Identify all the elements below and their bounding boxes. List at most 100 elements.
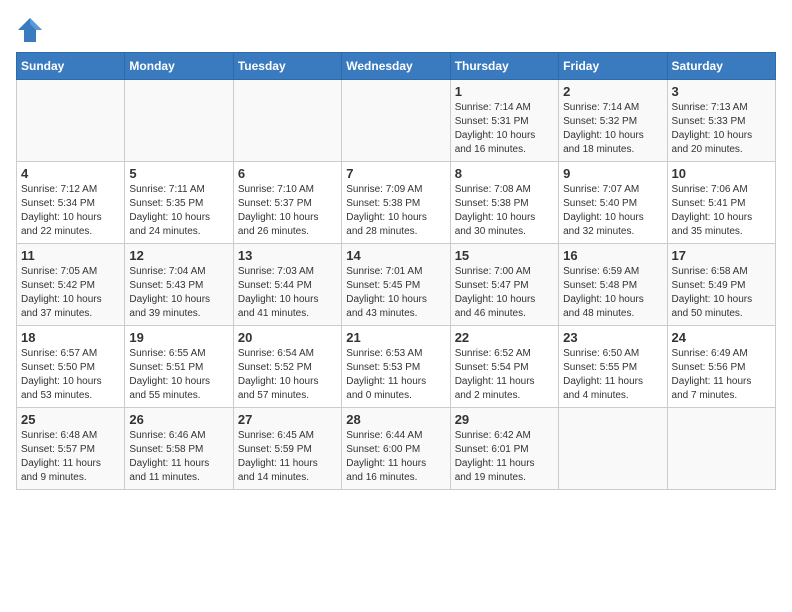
day-info: Sunrise: 7:10 AMSunset: 5:37 PMDaylight:… [238, 183, 337, 239]
day-number: 12 [129, 248, 228, 263]
calendar-cell [233, 80, 341, 162]
calendar-cell: 25 Sunrise: 6:48 AMSunset: 5:57 PMDayligh… [17, 408, 125, 490]
header-cell-monday: Monday [125, 53, 233, 80]
day-number: 24 [672, 330, 771, 345]
day-info: Sunrise: 6:45 AMSunset: 5:59 PMDaylight:… [238, 429, 337, 485]
calendar-cell: 20Sunrise: 6:54 AMSunset: 5:52 PMDayligh… [233, 326, 341, 408]
day-info: Sunrise: 6:52 AMSunset: 5:54 PMDaylight:… [455, 347, 554, 403]
day-info: Sunrise: 6:58 AMSunset: 5:49 PMDaylight:… [672, 265, 771, 321]
day-info: Sunrise: 6:49 AMSunset: 5:56 PMDaylight:… [672, 347, 771, 403]
calendar-cell: 7 Sunrise: 7:09 AMSunset: 5:38 PMDaylight… [342, 162, 450, 244]
day-number: 13 [238, 248, 337, 263]
calendar-cell: 12 Sunrise: 7:04 AMSunset: 5:43 PMDayligh… [125, 244, 233, 326]
header-cell-tuesday: Tuesday [233, 53, 341, 80]
day-info: Sunrise: 7:01 AMSunset: 5:45 PMDaylight:… [346, 265, 445, 321]
day-info: Sunrise: 7:03 AMSunset: 5:44 PMDaylight:… [238, 265, 337, 321]
day-number: 7 [346, 166, 445, 181]
logo [16, 16, 48, 44]
day-info: Sunrise: 7:00 AMSunset: 5:47 PMDaylight:… [455, 265, 554, 321]
day-number: 27 [238, 412, 337, 427]
calendar-week-1: 1 Sunrise: 7:14 AMSunset: 5:31 PMDaylight… [17, 80, 776, 162]
day-info: Sunrise: 6:57 AMSunset: 5:50 PMDaylight:… [21, 347, 120, 403]
day-info: Sunrise: 7:06 AMSunset: 5:41 PMDaylight:… [672, 183, 771, 239]
calendar-cell: 11Sunrise: 7:05 AMSunset: 5:42 PMDayligh… [17, 244, 125, 326]
day-number: 23 [563, 330, 662, 345]
calendar-cell: 16 Sunrise: 6:59 AMSunset: 5:48 PMDayligh… [559, 244, 667, 326]
calendar-cell: 17 Sunrise: 6:58 AMSunset: 5:49 PMDayligh… [667, 244, 775, 326]
day-info: Sunrise: 6:42 AMSunset: 6:01 PMDaylight:… [455, 429, 554, 485]
day-number: 1 [455, 84, 554, 99]
calendar-cell: 1 Sunrise: 7:14 AMSunset: 5:31 PMDaylight… [450, 80, 558, 162]
calendar-cell: 5Sunrise: 7:11 AMSunset: 5:35 PMDaylight… [125, 162, 233, 244]
day-number: 17 [672, 248, 771, 263]
day-info: Sunrise: 6:50 AMSunset: 5:55 PMDaylight:… [563, 347, 662, 403]
day-number: 15 [455, 248, 554, 263]
calendar-body: 1 Sunrise: 7:14 AMSunset: 5:31 PMDaylight… [17, 80, 776, 490]
page-header [16, 16, 776, 44]
calendar-week-2: 4 Sunrise: 7:12 AMSunset: 5:34 PMDaylight… [17, 162, 776, 244]
calendar-cell [17, 80, 125, 162]
calendar-table: SundayMondayTuesdayWednesdayThursdayFrid… [16, 52, 776, 490]
calendar-cell: 22 Sunrise: 6:52 AMSunset: 5:54 PMDayligh… [450, 326, 558, 408]
calendar-cell: 14Sunrise: 7:01 AMSunset: 5:45 PMDayligh… [342, 244, 450, 326]
calendar-cell: 2Sunrise: 7:14 AMSunset: 5:32 PMDaylight… [559, 80, 667, 162]
calendar-cell: 23 Sunrise: 6:50 AMSunset: 5:55 PMDayligh… [559, 326, 667, 408]
day-info: Sunrise: 7:14 AMSunset: 5:31 PMDaylight:… [455, 101, 554, 157]
day-info: Sunrise: 7:09 AMSunset: 5:38 PMDaylight:… [346, 183, 445, 239]
calendar-cell: 29 Sunrise: 6:42 AMSunset: 6:01 PMDayligh… [450, 408, 558, 490]
calendar-cell: 4 Sunrise: 7:12 AMSunset: 5:34 PMDaylight… [17, 162, 125, 244]
calendar-week-3: 11Sunrise: 7:05 AMSunset: 5:42 PMDayligh… [17, 244, 776, 326]
day-number: 9 [563, 166, 662, 181]
calendar-cell: 28Sunrise: 6:44 AMSunset: 6:00 PMDayligh… [342, 408, 450, 490]
day-number: 26 [129, 412, 228, 427]
calendar-cell: 8Sunrise: 7:08 AMSunset: 5:38 PMDaylight… [450, 162, 558, 244]
calendar-cell: 18 Sunrise: 6:57 AMSunset: 5:50 PMDayligh… [17, 326, 125, 408]
day-number: 5 [129, 166, 228, 181]
calendar-week-5: 25 Sunrise: 6:48 AMSunset: 5:57 PMDayligh… [17, 408, 776, 490]
calendar-cell: 21Sunrise: 6:53 AMSunset: 5:53 PMDayligh… [342, 326, 450, 408]
day-number: 22 [455, 330, 554, 345]
calendar-cell: 27 Sunrise: 6:45 AMSunset: 5:59 PMDayligh… [233, 408, 341, 490]
day-number: 19 [129, 330, 228, 345]
calendar-cell [125, 80, 233, 162]
day-info: Sunrise: 6:46 AMSunset: 5:58 PMDaylight:… [129, 429, 228, 485]
day-number: 29 [455, 412, 554, 427]
day-number: 28 [346, 412, 445, 427]
day-info: Sunrise: 7:04 AMSunset: 5:43 PMDaylight:… [129, 265, 228, 321]
calendar-cell: 15 Sunrise: 7:00 AMSunset: 5:47 PMDayligh… [450, 244, 558, 326]
day-info: Sunrise: 7:12 AMSunset: 5:34 PMDaylight:… [21, 183, 120, 239]
calendar-cell [342, 80, 450, 162]
calendar-header: SundayMondayTuesdayWednesdayThursdayFrid… [17, 53, 776, 80]
calendar-cell: 26 Sunrise: 6:46 AMSunset: 5:58 PMDayligh… [125, 408, 233, 490]
calendar-cell: 9 Sunrise: 7:07 AMSunset: 5:40 PMDaylight… [559, 162, 667, 244]
day-number: 3 [672, 84, 771, 99]
header-cell-saturday: Saturday [667, 53, 775, 80]
day-info: Sunrise: 7:13 AMSunset: 5:33 PMDaylight:… [672, 101, 771, 157]
calendar-cell [559, 408, 667, 490]
day-number: 16 [563, 248, 662, 263]
day-number: 6 [238, 166, 337, 181]
calendar-week-4: 18 Sunrise: 6:57 AMSunset: 5:50 PMDayligh… [17, 326, 776, 408]
day-number: 18 [21, 330, 120, 345]
header-cell-thursday: Thursday [450, 53, 558, 80]
header-cell-friday: Friday [559, 53, 667, 80]
day-number: 20 [238, 330, 337, 345]
day-info: Sunrise: 7:07 AMSunset: 5:40 PMDaylight:… [563, 183, 662, 239]
day-number: 4 [21, 166, 120, 181]
day-info: Sunrise: 6:55 AMSunset: 5:51 PMDaylight:… [129, 347, 228, 403]
calendar-cell: 10 Sunrise: 7:06 AMSunset: 5:41 PMDayligh… [667, 162, 775, 244]
calendar-cell: 24 Sunrise: 6:49 AMSunset: 5:56 PMDayligh… [667, 326, 775, 408]
calendar-cell: 3 Sunrise: 7:13 AMSunset: 5:33 PMDaylight… [667, 80, 775, 162]
day-number: 10 [672, 166, 771, 181]
day-number: 25 [21, 412, 120, 427]
header-cell-sunday: Sunday [17, 53, 125, 80]
day-info: Sunrise: 7:05 AMSunset: 5:42 PMDaylight:… [21, 265, 120, 321]
day-info: Sunrise: 7:08 AMSunset: 5:38 PMDaylight:… [455, 183, 554, 239]
header-cell-wednesday: Wednesday [342, 53, 450, 80]
calendar-cell: 19 Sunrise: 6:55 AMSunset: 5:51 PMDayligh… [125, 326, 233, 408]
day-info: Sunrise: 6:59 AMSunset: 5:48 PMDaylight:… [563, 265, 662, 321]
logo-icon [16, 16, 44, 44]
day-info: Sunrise: 6:48 AMSunset: 5:57 PMDaylight:… [21, 429, 120, 485]
calendar-cell: 13 Sunrise: 7:03 AMSunset: 5:44 PMDayligh… [233, 244, 341, 326]
header-row: SundayMondayTuesdayWednesdayThursdayFrid… [17, 53, 776, 80]
